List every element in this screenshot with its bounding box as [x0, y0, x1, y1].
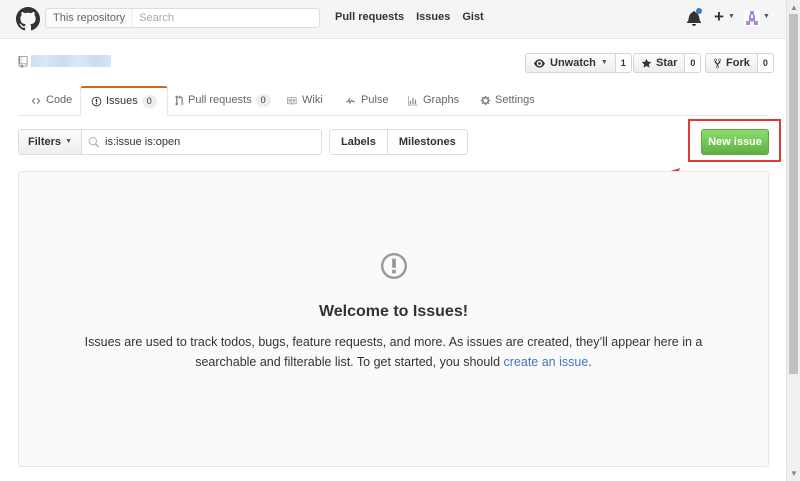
unread-indicator — [696, 8, 702, 14]
tab-graphs[interactable]: Graphs — [397, 86, 469, 115]
filters-button[interactable]: Filters ▼ — [19, 130, 83, 154]
tab-issues[interactable]: Issues 0 — [80, 86, 168, 116]
repo-icon — [18, 56, 28, 68]
site-header: This repository Pull requests Issues Gis… — [0, 0, 786, 39]
fork-group: Fork 0 — [705, 53, 774, 73]
search-icon — [88, 136, 100, 147]
nav-issues[interactable]: Issues — [416, 11, 450, 23]
pull-requests-counter: 0 — [255, 94, 271, 107]
tab-wiki[interactable]: Wiki — [275, 86, 333, 115]
plus-icon[interactable]: + — [714, 8, 724, 26]
nav-pull-requests[interactable]: Pull requests — [335, 11, 404, 23]
tab-label: Issues — [106, 95, 138, 107]
caret-down-icon: ▼ — [763, 13, 770, 20]
fork-count[interactable]: 0 — [757, 53, 774, 73]
fork-button[interactable]: Fork — [705, 53, 758, 73]
search-scope-label: This repository — [46, 9, 134, 27]
issues-blankslate: Welcome to Issues! Issues are used to tr… — [18, 171, 769, 467]
issue-search — [82, 130, 321, 154]
tab-label: Code — [46, 94, 73, 106]
header-search[interactable]: This repository — [45, 8, 320, 28]
graph-icon — [408, 95, 418, 105]
tab-pull-requests[interactable]: Pull requests 0 — [165, 86, 281, 115]
labels-button[interactable]: Labels — [330, 130, 387, 154]
tab-label: Settings — [495, 94, 535, 106]
issue-opened-icon — [381, 253, 407, 279]
tab-label: Wiki — [302, 94, 323, 106]
issue-search-input[interactable] — [103, 135, 308, 149]
code-icon — [31, 97, 41, 104]
vertical-scrollbar[interactable]: ▲ ▼ — [786, 0, 800, 481]
tab-pulse[interactable]: Pulse — [334, 86, 399, 115]
issues-counter: 0 — [141, 95, 157, 108]
star-label: Star — [656, 57, 678, 69]
scroll-down-arrow-icon[interactable]: ▼ — [790, 469, 798, 478]
scroll-thumb[interactable] — [789, 14, 798, 374]
scroll-up-arrow-icon[interactable]: ▲ — [790, 3, 798, 12]
star-button[interactable]: Star — [633, 53, 686, 73]
labels-milestones-group: Labels Milestones — [329, 129, 468, 155]
caret-down-icon: ▼ — [728, 13, 735, 20]
header-nav: Pull requests Issues Gist — [335, 11, 484, 23]
github-logo-icon[interactable] — [16, 7, 40, 31]
issue-opened-icon — [91, 96, 102, 107]
avatar[interactable] — [744, 10, 760, 26]
star-count[interactable]: 0 — [685, 53, 702, 73]
fork-icon — [714, 58, 721, 68]
book-icon — [287, 96, 297, 105]
search-input[interactable] — [133, 9, 319, 27]
watch-count[interactable]: 1 — [615, 53, 632, 73]
blankslate-text-end: . — [588, 355, 592, 369]
new-issue-button[interactable]: New issue — [701, 129, 769, 155]
star-group: Star 0 — [633, 53, 702, 73]
tab-label: Graphs — [423, 94, 460, 106]
unwatch-label: Unwatch — [550, 57, 596, 69]
unwatch-button[interactable]: Unwatch ▼ — [525, 53, 616, 73]
fork-label: Fork — [726, 57, 750, 69]
eye-icon — [534, 58, 545, 68]
nav-gist[interactable]: Gist — [462, 11, 483, 23]
tab-code[interactable]: Code — [20, 86, 82, 115]
create-issue-link[interactable]: create an issue — [504, 355, 589, 369]
milestones-button[interactable]: Milestones — [386, 130, 467, 154]
tab-label: Pull requests — [188, 94, 252, 106]
blankslate-text-body: Issues are used to track todos, bugs, fe… — [84, 335, 703, 369]
caret-down-icon: ▼ — [600, 59, 608, 66]
tab-settings[interactable]: Settings — [470, 86, 545, 115]
repo-name-redacted[interactable] — [31, 55, 111, 67]
filters-bar: Filters ▼ — [18, 129, 322, 155]
gear-icon — [480, 95, 491, 106]
filters-label: Filters — [28, 136, 62, 148]
watch-group: Unwatch ▼ 1 — [525, 53, 632, 73]
repo-tabs: Code Issues 0 Pull requests 0 Wiki Pulse… — [18, 86, 768, 116]
star-icon — [641, 58, 652, 68]
blankslate-title: Welcome to Issues! — [318, 303, 469, 320]
pulse-icon — [346, 96, 355, 104]
caret-down-icon: ▼ — [65, 138, 73, 146]
blankslate-text: Issues are used to track todos, bugs, fe… — [79, 332, 708, 372]
tab-label: Pulse — [361, 94, 389, 106]
git-pull-request-icon — [175, 95, 184, 106]
